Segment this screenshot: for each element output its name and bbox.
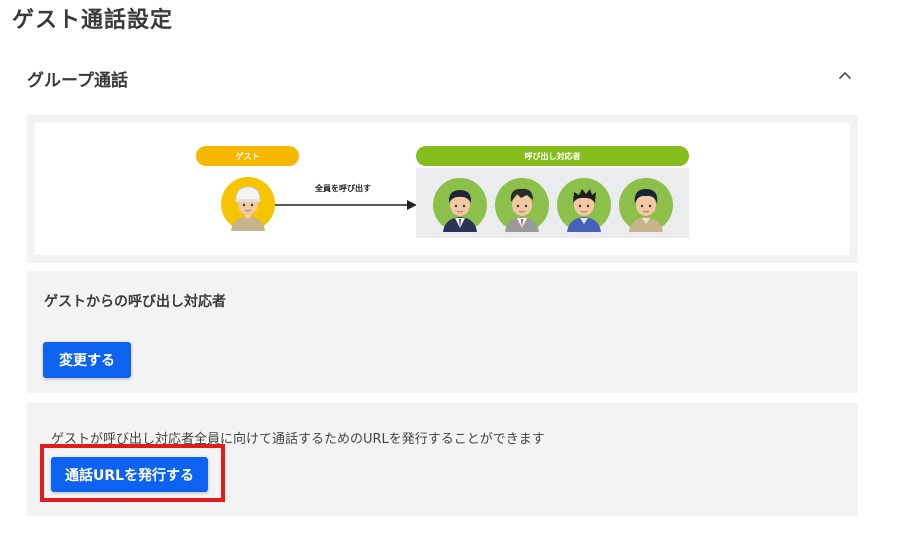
guest-pill: ゲスト (196, 146, 299, 166)
arrow-label: 全員を呼び出す (315, 184, 371, 193)
responder-avatar-icon (495, 178, 549, 232)
guest-avatar-icon (221, 177, 275, 231)
responder-avatar-icon (557, 178, 611, 232)
highlight-box (40, 444, 225, 502)
call-flow-diagram-panel: ゲスト 呼び出し対応者 全員を呼び出す (27, 115, 858, 263)
call-flow-diagram: ゲスト 呼び出し対応者 全員を呼び出す (35, 123, 850, 255)
section-title: グループ通話 (27, 71, 128, 91)
responders-group (416, 168, 689, 238)
change-responders-button[interactable]: 変更する (43, 342, 131, 378)
page-title: ゲスト通話設定 (12, 8, 174, 33)
group-call-section-header[interactable]: グループ通話 (27, 58, 858, 94)
callee-title: ゲストからの呼び出し対応者 (44, 294, 226, 310)
chevron-up-icon[interactable] (834, 64, 856, 86)
responder-avatar-icon (433, 178, 487, 232)
arrow-right-icon (275, 200, 417, 210)
responder-avatar-icon (619, 178, 673, 232)
callee-settings-panel: ゲストからの呼び出し対応者 変更する (27, 271, 858, 393)
responders-pill: 呼び出し対応者 (416, 146, 689, 166)
